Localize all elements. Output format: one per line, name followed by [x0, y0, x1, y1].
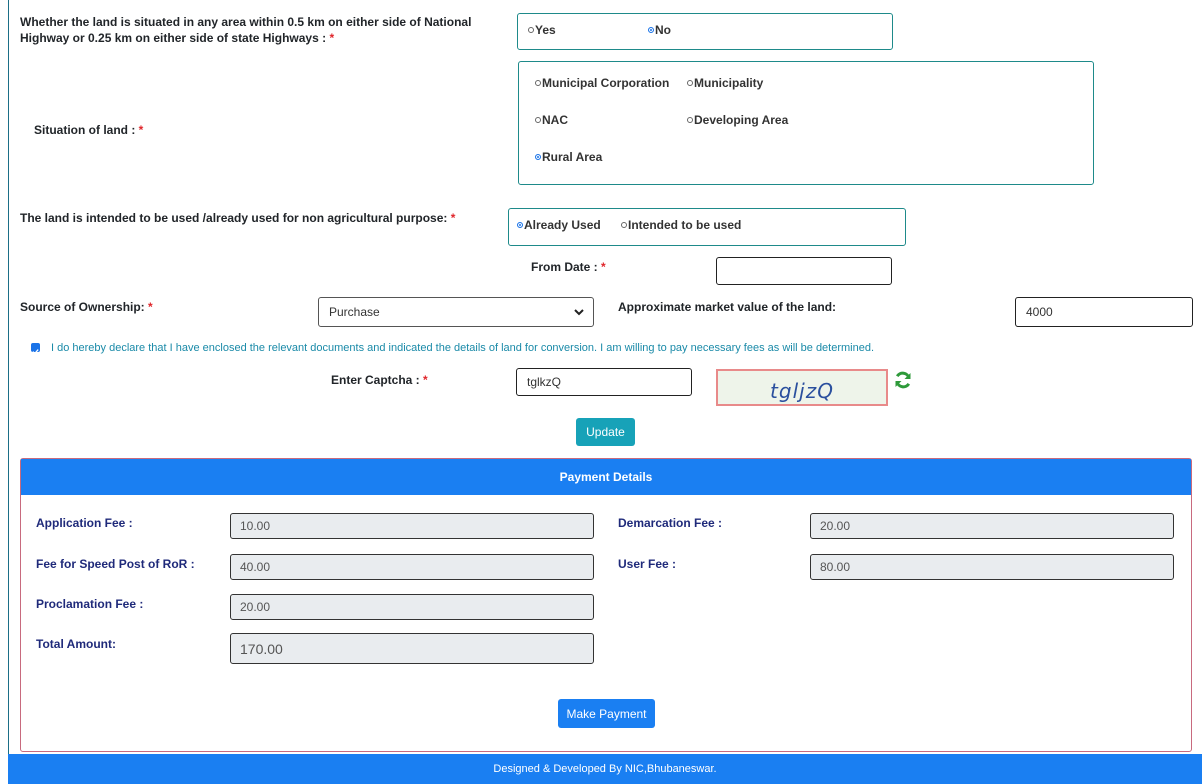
speed-post-fee-field: 40.00 — [230, 554, 594, 580]
radio-unchecked-icon — [528, 27, 534, 33]
declaration-text: I do hereby declare that I have enclosed… — [51, 342, 875, 354]
situation-rural-area-radio[interactable]: Rural Area — [535, 150, 602, 164]
payment-details-header: Payment Details — [21, 459, 1191, 495]
make-payment-button[interactable]: Make Payment — [558, 699, 655, 728]
ownership-select[interactable]: Purchase — [318, 297, 594, 327]
usage-radio-group: Already Used Intended to be used — [508, 208, 906, 246]
footer: Designed & Developed By NIC,Bhubaneswar. — [8, 754, 1202, 784]
usage-label: The land is intended to be used /already… — [20, 211, 456, 225]
highway-question-label: Whether the land is situated in any area… — [20, 15, 472, 45]
payment-details-panel: Payment Details Application Fee : 10.00 … — [20, 458, 1192, 752]
user-fee-label: User Fee : — [618, 557, 677, 571]
captcha-label: Enter Captcha : * — [331, 373, 428, 387]
captcha-input[interactable]: tglkzQ — [516, 368, 692, 396]
radio-unchecked-icon — [535, 117, 541, 123]
usage-intended-radio[interactable]: Intended to be used — [621, 218, 741, 232]
situation-municipality-radio[interactable]: Municipality — [687, 76, 763, 90]
ownership-select-value: Purchase — [329, 305, 380, 319]
application-fee-label: Application Fee : — [36, 516, 133, 530]
demarcation-fee-field: 20.00 — [810, 513, 1174, 539]
declaration-checkbox[interactable] — [31, 343, 40, 355]
highway-yes-radio[interactable]: Yes — [528, 23, 556, 37]
demarcation-fee-label: Demarcation Fee : — [618, 516, 723, 530]
total-amount-label: Total Amount: — [36, 637, 116, 651]
radio-unchecked-icon — [535, 80, 541, 86]
radio-checked-icon — [517, 222, 523, 228]
situation-label: Situation of land : * — [34, 123, 144, 137]
radio-checked-icon — [535, 154, 541, 160]
total-amount-field: 170.00 — [230, 633, 594, 664]
situation-developing-area-radio[interactable]: Developing Area — [687, 113, 788, 127]
radio-unchecked-icon — [621, 222, 627, 228]
proclamation-fee-label: Proclamation Fee : — [36, 597, 144, 611]
radio-unchecked-icon — [687, 117, 693, 123]
highway-radio-group: Yes No — [517, 13, 893, 50]
application-fee-field: 10.00 — [230, 513, 594, 539]
from-date-input[interactable] — [716, 257, 892, 285]
user-fee-field: 80.00 — [810, 554, 1174, 580]
refresh-icon[interactable] — [893, 370, 913, 390]
proclamation-fee-field: 20.00 — [230, 594, 594, 620]
chevron-down-icon — [574, 309, 584, 316]
from-date-label: From Date : * — [531, 260, 606, 274]
situation-radio-group: Municipal Corporation Municipality NAC D… — [518, 61, 1094, 185]
captcha-image: tgljzQ — [716, 369, 888, 406]
captcha-image-text: tgljzQ — [770, 378, 834, 403]
speed-post-fee-label: Fee for Speed Post of RoR : — [36, 557, 195, 571]
page-left-border — [8, 0, 9, 784]
usage-already-used-radio[interactable]: Already Used — [517, 218, 601, 232]
highway-no-radio[interactable]: No — [648, 23, 671, 37]
situation-nac-radio[interactable]: NAC — [535, 113, 568, 127]
radio-unchecked-icon — [687, 80, 693, 86]
market-value-label: Approximate market value of the land: — [618, 300, 837, 314]
situation-municipal-corporation-radio[interactable]: Municipal Corporation — [535, 76, 669, 90]
checkmark-icon — [32, 349, 39, 355]
update-button[interactable]: Update — [576, 418, 635, 446]
market-value-input[interactable]: 4000 — [1015, 297, 1193, 327]
radio-checked-icon — [648, 27, 654, 33]
ownership-label: Source of Ownership: * — [20, 300, 153, 314]
